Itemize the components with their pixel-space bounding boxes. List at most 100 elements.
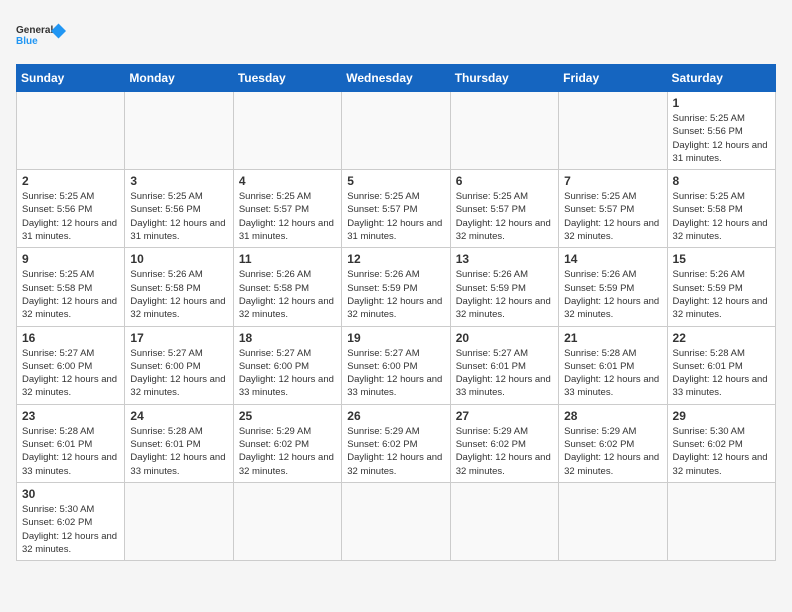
calendar-day-cell: 21Sunrise: 5:28 AM Sunset: 6:01 PM Dayli… <box>559 326 667 404</box>
calendar-day-cell: 24 Sunrise: 5:28 AM Sunset: 6:01 PM Dayli… <box>125 404 233 482</box>
page-header: General Blue <box>16 16 776 56</box>
day-header-saturday: Saturday <box>667 65 775 92</box>
calendar-day-cell: 10 Sunrise: 5:26 AM Sunset: 5:58 PM Dayli… <box>125 248 233 326</box>
calendar-header-row: SundayMondayTuesdayWednesdayThursdayFrid… <box>17 65 776 92</box>
day-number: 1 <box>673 96 770 110</box>
day-number: 18 <box>239 331 336 345</box>
calendar-day-cell: 30Sunrise: 5:30 AM Sunset: 6:02 PM Dayli… <box>17 482 125 560</box>
day-number: 6 <box>456 174 553 188</box>
day-number: 3 <box>130 174 227 188</box>
calendar-day-cell: 29 Sunrise: 5:30 AM Sunset: 6:02 PM Dayli… <box>667 404 775 482</box>
calendar-day-cell: 17 Sunrise: 5:27 AM Sunset: 6:00 PM Dayli… <box>125 326 233 404</box>
calendar-day-cell <box>125 482 233 560</box>
day-info: Sunrise: 5:26 AM Sunset: 5:59 PM Dayligh… <box>456 268 553 321</box>
day-info: Sunrise: 5:29 AM Sunset: 6:02 PM Dayligh… <box>239 425 336 478</box>
calendar-day-cell: 8 Sunrise: 5:25 AM Sunset: 5:58 PM Daylig… <box>667 170 775 248</box>
calendar-day-cell: 23Sunrise: 5:28 AM Sunset: 6:01 PM Dayli… <box>17 404 125 482</box>
day-number: 2 <box>22 174 119 188</box>
day-number: 20 <box>456 331 553 345</box>
logo-svg: General Blue <box>16 16 66 56</box>
day-info: Sunrise: 5:28 AM Sunset: 6:01 PM Dayligh… <box>564 347 661 400</box>
day-header-friday: Friday <box>559 65 667 92</box>
svg-text:General: General <box>16 25 53 36</box>
calendar-week-row: 9 Sunrise: 5:25 AM Sunset: 5:58 PM Daylig… <box>17 248 776 326</box>
day-number: 9 <box>22 252 119 266</box>
calendar-week-row: 23 Sunrise: 5:28 AM Sunset: 6:01 PM Dayli… <box>17 404 776 482</box>
calendar-day-cell: 15 Sunrise: 5:26 AM Sunset: 5:59 PM Dayli… <box>667 248 775 326</box>
calendar-day-cell <box>450 482 558 560</box>
day-number: 24 <box>130 409 227 423</box>
day-header-sunday: Sunday <box>17 65 125 92</box>
day-info: Sunrise: 5:25 AM Sunset: 5:58 PM Dayligh… <box>22 268 119 321</box>
day-info: Sunrise: 5:25 AM Sunset: 5:58 PM Dayligh… <box>673 190 770 243</box>
calendar-day-cell: 27Sunrise: 5:29 AM Sunset: 6:02 PM Dayli… <box>450 404 558 482</box>
calendar-day-cell: 6 Sunrise: 5:25 AM Sunset: 5:57 PM Daylig… <box>450 170 558 248</box>
calendar-day-cell: 9 Sunrise: 5:25 AM Sunset: 5:58 PM Daylig… <box>17 248 125 326</box>
day-info: Sunrise: 5:26 AM Sunset: 5:59 PM Dayligh… <box>347 268 444 321</box>
day-header-thursday: Thursday <box>450 65 558 92</box>
calendar-day-cell: 22 Sunrise: 5:28 AM Sunset: 6:01 PM Dayli… <box>667 326 775 404</box>
calendar-day-cell: 11Sunrise: 5:26 AM Sunset: 5:58 PM Dayli… <box>233 248 341 326</box>
day-number: 17 <box>130 331 227 345</box>
calendar-day-cell: 1 Sunrise: 5:25 AM Sunset: 5:56 PM Daylig… <box>667 92 775 170</box>
day-info: Sunrise: 5:27 AM Sunset: 6:00 PM Dayligh… <box>130 347 227 400</box>
day-info: Sunrise: 5:25 AM Sunset: 5:56 PM Dayligh… <box>673 112 770 165</box>
day-number: 29 <box>673 409 770 423</box>
day-number: 30 <box>22 487 119 501</box>
day-number: 26 <box>347 409 444 423</box>
calendar-week-row: 1 Sunrise: 5:25 AM Sunset: 5:56 PM Daylig… <box>17 92 776 170</box>
day-info: Sunrise: 5:25 AM Sunset: 5:56 PM Dayligh… <box>22 190 119 243</box>
day-number: 19 <box>347 331 444 345</box>
day-info: Sunrise: 5:25 AM Sunset: 5:56 PM Dayligh… <box>130 190 227 243</box>
day-info: Sunrise: 5:29 AM Sunset: 6:02 PM Dayligh… <box>347 425 444 478</box>
day-info: Sunrise: 5:27 AM Sunset: 6:01 PM Dayligh… <box>456 347 553 400</box>
calendar-day-cell: 16 Sunrise: 5:27 AM Sunset: 6:00 PM Dayli… <box>17 326 125 404</box>
day-number: 8 <box>673 174 770 188</box>
day-number: 13 <box>456 252 553 266</box>
calendar-day-cell: 19 Sunrise: 5:27 AM Sunset: 6:00 PM Dayli… <box>342 326 450 404</box>
day-info: Sunrise: 5:25 AM Sunset: 5:57 PM Dayligh… <box>347 190 444 243</box>
day-number: 7 <box>564 174 661 188</box>
calendar-day-cell: 18Sunrise: 5:27 AM Sunset: 6:00 PM Dayli… <box>233 326 341 404</box>
logo: General Blue <box>16 16 66 56</box>
day-number: 11 <box>239 252 336 266</box>
day-number: 12 <box>347 252 444 266</box>
calendar-day-cell: 5Sunrise: 5:25 AM Sunset: 5:57 PM Daylig… <box>342 170 450 248</box>
calendar-day-cell: 3 Sunrise: 5:25 AM Sunset: 5:56 PM Daylig… <box>125 170 233 248</box>
day-header-monday: Monday <box>125 65 233 92</box>
calendar-table: SundayMondayTuesdayWednesdayThursdayFrid… <box>16 64 776 561</box>
calendar-day-cell: 28 Sunrise: 5:29 AM Sunset: 6:02 PM Dayli… <box>559 404 667 482</box>
day-header-tuesday: Tuesday <box>233 65 341 92</box>
day-info: Sunrise: 5:26 AM Sunset: 5:59 PM Dayligh… <box>673 268 770 321</box>
day-number: 22 <box>673 331 770 345</box>
calendar-day-cell: 2 Sunrise: 5:25 AM Sunset: 5:56 PM Daylig… <box>17 170 125 248</box>
calendar-day-cell: 13 Sunrise: 5:26 AM Sunset: 5:59 PM Dayli… <box>450 248 558 326</box>
calendar-day-cell <box>125 92 233 170</box>
day-number: 14 <box>564 252 661 266</box>
svg-text:Blue: Blue <box>16 36 38 47</box>
day-info: Sunrise: 5:28 AM Sunset: 6:01 PM Dayligh… <box>130 425 227 478</box>
day-number: 25 <box>239 409 336 423</box>
calendar-day-cell <box>233 482 341 560</box>
calendar-day-cell: 7Sunrise: 5:25 AM Sunset: 5:57 PM Daylig… <box>559 170 667 248</box>
day-info: Sunrise: 5:29 AM Sunset: 6:02 PM Dayligh… <box>564 425 661 478</box>
calendar-day-cell <box>559 92 667 170</box>
calendar-day-cell: 25 Sunrise: 5:29 AM Sunset: 6:02 PM Dayli… <box>233 404 341 482</box>
day-info: Sunrise: 5:25 AM Sunset: 5:57 PM Dayligh… <box>456 190 553 243</box>
day-header-wednesday: Wednesday <box>342 65 450 92</box>
day-info: Sunrise: 5:26 AM Sunset: 5:59 PM Dayligh… <box>564 268 661 321</box>
calendar-day-cell: 12 Sunrise: 5:26 AM Sunset: 5:59 PM Dayli… <box>342 248 450 326</box>
day-number: 28 <box>564 409 661 423</box>
day-info: Sunrise: 5:27 AM Sunset: 6:00 PM Dayligh… <box>22 347 119 400</box>
day-number: 23 <box>22 409 119 423</box>
day-info: Sunrise: 5:28 AM Sunset: 6:01 PM Dayligh… <box>673 347 770 400</box>
day-info: Sunrise: 5:26 AM Sunset: 5:58 PM Dayligh… <box>130 268 227 321</box>
day-number: 16 <box>22 331 119 345</box>
calendar-day-cell <box>233 92 341 170</box>
calendar-day-cell: 20 Sunrise: 5:27 AM Sunset: 6:01 PM Dayli… <box>450 326 558 404</box>
calendar-day-cell <box>667 482 775 560</box>
day-info: Sunrise: 5:27 AM Sunset: 6:00 PM Dayligh… <box>347 347 444 400</box>
day-info: Sunrise: 5:30 AM Sunset: 6:02 PM Dayligh… <box>673 425 770 478</box>
day-number: 15 <box>673 252 770 266</box>
day-number: 10 <box>130 252 227 266</box>
